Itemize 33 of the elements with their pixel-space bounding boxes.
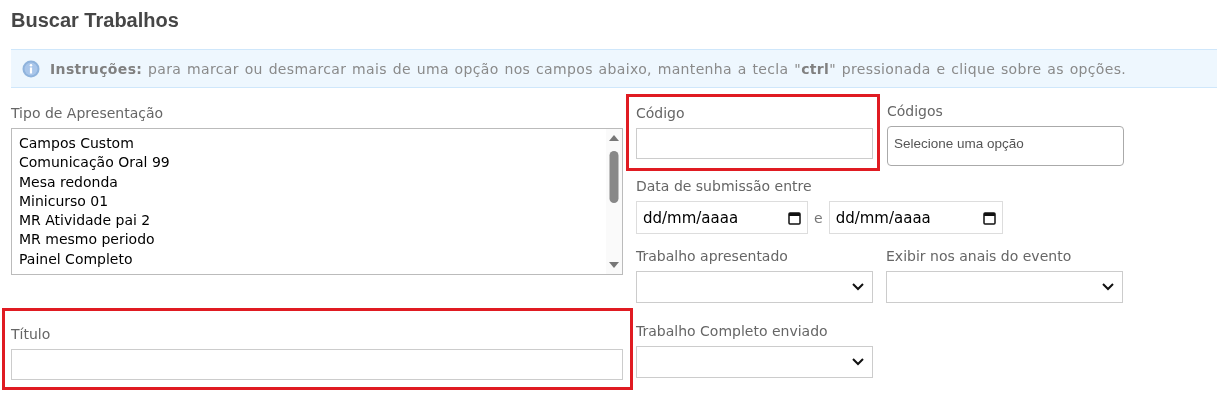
separator-text: e <box>813 209 824 226</box>
code-input[interactable] <box>636 128 873 159</box>
field-label: Código <box>636 104 686 122</box>
date-input[interactable]: dd/mm/aaaa <box>636 201 808 234</box>
page-title: Buscar Trabalhos <box>11 8 180 33</box>
multi-select-list[interactable]: Campos Custom Comunicação Oral 99 Mesa redonda Minicurso 01 MR Atividade pai 2 MR mesmo periodo Painel Completo <box>11 128 623 275</box>
field-label: Tipo de Apresentação <box>11 104 165 122</box>
title-input[interactable] <box>11 349 623 380</box>
field-label: Códigos <box>887 102 944 120</box>
field-label: Título <box>11 325 52 343</box>
list-option[interactable]: Comunicação Oral 99 <box>19 153 599 173</box>
field-label: Trabalho Completo enviado <box>636 322 829 340</box>
list-option[interactable]: Painel Completo <box>19 249 599 270</box>
select-field[interactable] <box>886 271 1123 303</box>
instructions-text: Instruções: para marcar ou desmarcar mais de uma opção nos campos abaixo, mantenha a tecla "ctrl" pressionada e clique sobre as opções. <box>50 60 1127 77</box>
field-label: Data de submissão entre <box>636 177 813 195</box>
field-label: Exibir nos anais do evento <box>886 247 1073 265</box>
list-option[interactable]: Minicurso 01 <box>19 191 599 212</box>
list-option[interactable]: Campos Custom <box>19 134 599 154</box>
calendar-icon <box>982 210 996 225</box>
list-option[interactable]: MR mesmo periodo <box>19 230 599 250</box>
chevron-down-icon <box>1102 283 1114 291</box>
calendar-icon <box>788 210 801 225</box>
date-input[interactable]: dd/mm/aaaa <box>828 201 1003 234</box>
chevron-down-icon <box>852 358 864 366</box>
select-field[interactable] <box>636 346 873 378</box>
info-icon <box>22 59 40 78</box>
list-option[interactable]: Mesa redonda <box>19 172 599 192</box>
select-field[interactable] <box>636 271 873 303</box>
chevron-down-icon <box>852 283 864 291</box>
codes-select[interactable]: Selecione uma opção <box>887 126 1124 166</box>
list-option[interactable]: MR Atividade pai 2 <box>19 211 599 231</box>
field-label: Trabalho apresentado <box>636 247 789 265</box>
